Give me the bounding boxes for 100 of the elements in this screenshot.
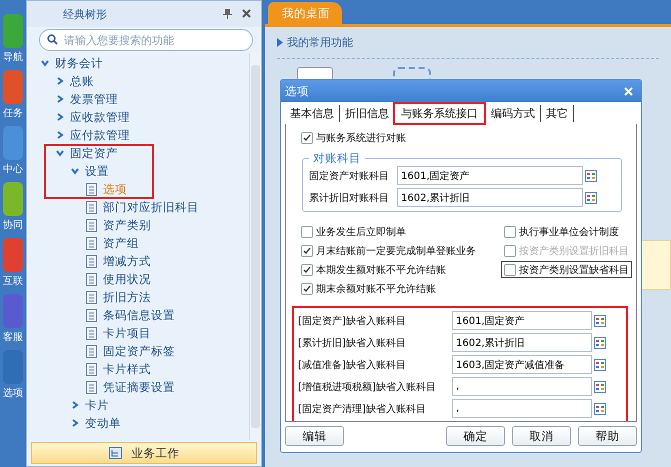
tree-item[interactable]: 卡片 [85, 398, 109, 412]
dialog-tab[interactable]: 基本信息 [285, 104, 340, 122]
field-label: [增值税进项税额]缺省入账科目 [298, 380, 437, 394]
table-picker-icon[interactable] [594, 314, 606, 326]
tree-item[interactable]: 财务会计 [55, 56, 103, 70]
search-field[interactable]: 请输入您要搜索的功能 [39, 29, 253, 51]
field-label: 固定资产对账科目 [309, 170, 390, 182]
chevron-down-icon[interactable] [41, 59, 49, 67]
note-panel [641, 240, 671, 290]
dialog-tab[interactable]: 与账务系统接口 [395, 104, 484, 122]
chevron-right-icon[interactable] [56, 95, 64, 103]
document-icon [86, 182, 97, 196]
checkbox-option[interactable]: 月末结账前一定要完成制单登账业务 [298, 242, 479, 259]
tree-item[interactable]: 资产类别 [103, 218, 151, 232]
chevron-right-icon[interactable] [71, 401, 79, 409]
field-label: [固定资产]缺省入账科目 [298, 314, 407, 328]
tree-item[interactable]: 总账 [70, 74, 94, 88]
chevron-down-icon[interactable] [56, 149, 64, 157]
tree-item[interactable]: 资产组 [103, 236, 139, 250]
document-icon [86, 200, 97, 214]
check-icon [303, 134, 311, 142]
tree-item[interactable]: 使用状况 [103, 272, 151, 286]
input-field[interactable]: 1603,固定资产减值准备 [452, 355, 592, 374]
input-field[interactable]: , [452, 377, 592, 396]
section-title: 我的常用功能 [287, 35, 353, 50]
triangle-right-icon [277, 38, 283, 47]
tree-item[interactable]: 应收款管理 [70, 110, 130, 124]
check-icon [303, 246, 311, 254]
table-picker-icon[interactable] [585, 192, 597, 204]
tree-structure-icon [108, 447, 122, 459]
document-icon [86, 218, 97, 232]
nav-label[interactable]: 导航 [3, 50, 23, 64]
field-label: 累计折旧对账科目 [309, 192, 390, 204]
dialog-button[interactable]: 取消 [512, 426, 571, 446]
checkbox-option[interactable]: 业务发生后立即制单 [298, 223, 479, 240]
check-icon [303, 284, 311, 292]
tree-item[interactable]: 部门对应折旧科目 [103, 200, 199, 214]
edit-button[interactable]: 编辑 [285, 426, 344, 446]
nav-label[interactable]: 互联 [3, 274, 23, 288]
tree-item[interactable]: 固定资产 [70, 146, 118, 160]
checkbox-option[interactable]: 期末余额对账不平允许结账 [298, 280, 479, 297]
dialog-title: 选项 [285, 84, 309, 98]
tree-item[interactable]: 应付款管理 [70, 128, 130, 142]
document-icon [86, 380, 97, 394]
nav-label[interactable]: 任务 [3, 106, 23, 120]
chevron-right-icon[interactable] [56, 113, 64, 121]
close-icon[interactable] [242, 9, 251, 18]
tree-item[interactable]: 条码信息设置 [103, 308, 175, 322]
chevron-right-icon[interactable] [56, 77, 64, 85]
input-field[interactable]: , [452, 399, 592, 418]
table-picker-icon[interactable] [585, 170, 597, 182]
tree-item[interactable]: 卡片样式 [103, 362, 151, 376]
field-label: [累计折旧]缺省入账科目 [298, 336, 407, 350]
nav-label[interactable]: 协同 [3, 218, 23, 232]
search-icon [47, 34, 58, 45]
nav-label[interactable]: 客服 [3, 330, 23, 344]
nav-label[interactable]: 选项 [3, 386, 23, 400]
bottom-tab[interactable]: 业务工作 [31, 442, 257, 464]
document-icon [86, 308, 97, 322]
nav-label[interactable]: 中心 [3, 162, 23, 176]
document-icon [86, 326, 97, 340]
input-field[interactable]: 1601,固定资产 [397, 166, 583, 185]
document-icon [86, 362, 97, 376]
dialog-tab[interactable]: 编码方式 [486, 104, 541, 122]
group-title: 对账科目 [312, 151, 362, 166]
table-picker-icon[interactable] [594, 402, 606, 414]
tree-item[interactable]: 增减方式 [103, 254, 151, 268]
input-field[interactable]: 1602,累计折旧 [452, 333, 592, 352]
checkbox-option[interactable]: 本期发生额对账不平允许结账 [298, 261, 479, 278]
tree-item[interactable]: 卡片项目 [103, 326, 151, 340]
dialog-tab[interactable]: 其它 [541, 104, 574, 122]
tree-item[interactable]: 固定资产标签 [103, 344, 175, 358]
chevron-right-icon[interactable] [56, 131, 64, 139]
dialog-tab[interactable]: 折旧信息 [340, 104, 395, 122]
pin-icon[interactable] [223, 9, 232, 19]
dialog-button[interactable]: 确定 [446, 426, 505, 446]
tree-item[interactable]: 设置 [85, 164, 109, 178]
document-icon [86, 272, 97, 286]
document-icon [86, 236, 97, 250]
table-picker-icon[interactable] [594, 380, 606, 392]
chevron-down-icon[interactable] [71, 167, 79, 175]
input-field[interactable]: 1601,固定资产 [452, 311, 592, 330]
document-icon [86, 254, 97, 268]
checkbox-option[interactable]: 按资产类别设置缺省科目 [501, 261, 632, 278]
field-label: [固定资产清理]缺省入账科目 [298, 402, 427, 416]
checkbox-option[interactable]: 执行事业单位会计制度 [501, 223, 632, 240]
input-field[interactable]: 1602,累计折旧 [397, 188, 583, 207]
tree-item[interactable]: 折旧方法 [103, 290, 151, 304]
tree-item[interactable]: 凭证摘要设置 [103, 380, 175, 394]
table-picker-icon[interactable] [594, 336, 606, 348]
dialog-button[interactable]: 帮助 [578, 426, 637, 446]
check-icon [303, 266, 311, 274]
panel-title: 经典树形 [63, 6, 107, 22]
tree-item[interactable]: 发票管理 [70, 92, 118, 106]
chevron-right-icon[interactable] [71, 419, 79, 427]
document-icon [86, 344, 97, 358]
checkbox-option[interactable]: 与账务系统进行对账 [298, 130, 632, 146]
scrollbar[interactable] [249, 53, 261, 440]
table-picker-icon[interactable] [594, 358, 606, 370]
tree-item[interactable]: 变动单 [85, 416, 121, 430]
